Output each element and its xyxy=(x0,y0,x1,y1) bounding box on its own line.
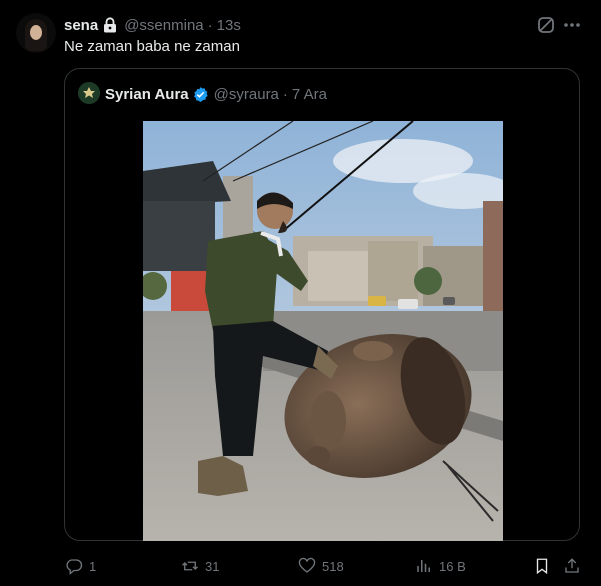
handle[interactable]: @ssenmina xyxy=(124,17,203,34)
tweet-header: sena @ssenmina · 13s xyxy=(64,15,241,35)
display-name[interactable]: sena xyxy=(64,17,98,34)
avatar[interactable] xyxy=(16,13,56,53)
views-icon xyxy=(417,560,430,572)
quoted-date[interactable]: 7 Ara xyxy=(292,86,327,103)
like-count: 518 xyxy=(322,558,344,574)
repost-icon xyxy=(182,561,198,571)
separator: · xyxy=(207,16,213,34)
tweet-photo[interactable] xyxy=(139,120,513,541)
like-button[interactable]: 518 xyxy=(298,556,344,576)
more-icon[interactable] xyxy=(562,15,582,35)
quoted-header: Syrian Aura @syraura · 7 Ara xyxy=(105,84,327,104)
repost-button[interactable]: 31 xyxy=(181,556,219,576)
verified-icon xyxy=(192,86,209,103)
views-button[interactable]: 16 B xyxy=(415,556,466,576)
grok-icon[interactable] xyxy=(536,15,556,35)
reply-count: 1 xyxy=(89,558,97,574)
quoted-avatar[interactable] xyxy=(78,82,100,104)
like-icon xyxy=(298,557,316,573)
repost-count: 31 xyxy=(205,558,220,574)
bookmark-icon xyxy=(536,558,548,575)
tweet-text: Ne zaman baba ne zaman xyxy=(64,38,240,55)
quoted-separator: · xyxy=(282,85,288,103)
share-button[interactable] xyxy=(563,556,587,576)
views-count: 16 B xyxy=(439,558,466,574)
bookmark-button[interactable] xyxy=(533,556,557,576)
timestamp[interactable]: 13s xyxy=(217,17,241,34)
quoted-display-name[interactable]: Syrian Aura xyxy=(105,86,189,103)
share-icon xyxy=(565,558,579,573)
quoted-handle[interactable]: @syraura xyxy=(214,86,279,103)
reply-button[interactable]: 1 xyxy=(65,556,96,576)
reply-icon xyxy=(66,559,83,575)
lock-icon xyxy=(103,17,117,33)
